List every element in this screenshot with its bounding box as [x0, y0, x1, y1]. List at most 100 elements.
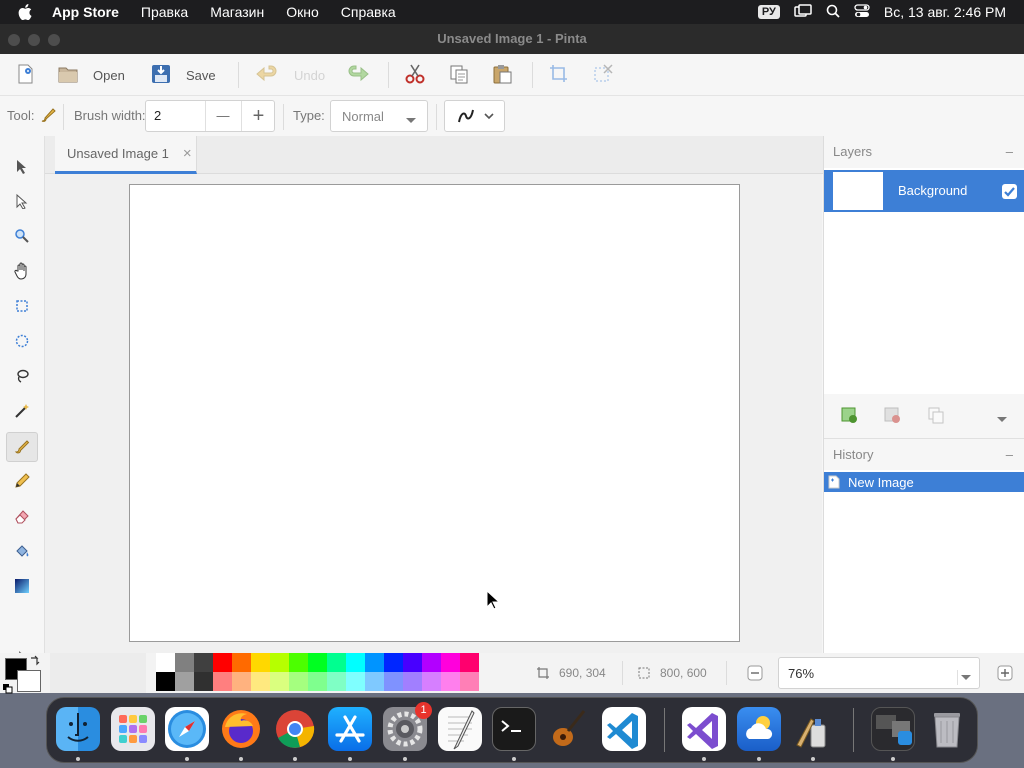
paint-bucket-tool[interactable]	[6, 537, 38, 567]
palette-swatch[interactable]	[232, 672, 251, 691]
zoom-tool[interactable]	[6, 222, 38, 252]
pan-tool[interactable]	[6, 257, 38, 287]
zoom-combobox[interactable]: 76%	[778, 657, 980, 689]
reset-colors-icon[interactable]	[3, 682, 13, 697]
palette-swatch[interactable]	[460, 653, 479, 672]
menu-help[interactable]: Справка	[341, 4, 396, 20]
paste-button[interactable]	[491, 60, 513, 90]
dock-finder[interactable]	[56, 707, 100, 751]
palette-swatch[interactable]	[403, 672, 422, 691]
palette-swatch[interactable]	[213, 672, 232, 691]
dock-safari[interactable]	[165, 707, 209, 751]
menu-store[interactable]: Магазин	[210, 4, 264, 20]
close-tab-button[interactable]: ×	[183, 145, 192, 162]
palette-swatch[interactable]	[365, 672, 384, 691]
secondary-color-swatch[interactable]	[17, 670, 41, 692]
palette-swatch[interactable]	[194, 653, 213, 672]
input-language-indicator[interactable]: РУ	[757, 5, 780, 19]
image-canvas[interactable]	[129, 184, 740, 642]
dock-terminal[interactable]	[492, 707, 536, 751]
document-tab[interactable]: Unsaved Image 1 ×	[55, 136, 197, 174]
palette-swatch[interactable]	[251, 672, 270, 691]
palette-swatch[interactable]	[270, 653, 289, 672]
undo-button[interactable]: Undo	[254, 60, 325, 90]
new-image-button[interactable]	[14, 60, 36, 90]
palette-swatch[interactable]	[270, 672, 289, 691]
move-selected-tool[interactable]	[6, 152, 38, 182]
lasso-select-tool[interactable]	[6, 362, 38, 392]
dock-app-store[interactable]	[328, 707, 372, 751]
magic-wand-tool[interactable]	[6, 397, 38, 427]
palette-swatch[interactable]	[213, 653, 232, 672]
palette-swatch[interactable]	[441, 672, 460, 691]
dock-vscode[interactable]	[602, 707, 646, 751]
dock-activity-monitor[interactable]	[871, 707, 915, 751]
add-layer-button[interactable]	[840, 406, 858, 427]
open-button[interactable]: Open	[57, 60, 125, 90]
menu-edit[interactable]: Правка	[141, 4, 188, 20]
dock-pinta[interactable]	[791, 707, 835, 751]
move-selection-tool[interactable]	[6, 187, 38, 217]
dock-visual-studio[interactable]	[682, 707, 726, 751]
palette-swatch[interactable]	[327, 653, 346, 672]
collapse-history-button[interactable]: –	[1006, 439, 1013, 471]
palette-swatch[interactable]	[422, 672, 441, 691]
apple-menu-icon[interactable]	[18, 4, 32, 21]
menubar-clock[interactable]: Вс, 13 авг. 2:46 PM	[884, 4, 1006, 20]
palette-swatch[interactable]	[232, 653, 251, 672]
pencil-tool[interactable]	[6, 467, 38, 497]
zoom-in-button[interactable]	[997, 665, 1013, 684]
minimize-window-button[interactable]	[28, 34, 40, 46]
layers-menu-button[interactable]	[996, 412, 1008, 427]
swap-colors-icon[interactable]	[29, 655, 41, 670]
palette-swatch[interactable]	[441, 653, 460, 672]
palette-swatch[interactable]	[403, 653, 422, 672]
zoom-window-button[interactable]	[48, 34, 60, 46]
cut-button[interactable]	[404, 60, 426, 90]
crop-to-selection-button[interactable]	[548, 60, 570, 90]
dock-chrome[interactable]	[273, 707, 317, 751]
close-window-button[interactable]	[8, 34, 20, 46]
paintbrush-tool[interactable]	[6, 432, 38, 462]
palette-swatch[interactable]	[289, 653, 308, 672]
palette-swatch[interactable]	[308, 653, 327, 672]
dock-weather[interactable]	[737, 707, 781, 751]
history-item-new-image[interactable]: New Image	[824, 472, 1024, 492]
dock-textedit[interactable]	[438, 707, 482, 751]
palette-swatch[interactable]	[384, 653, 403, 672]
layer-row-background[interactable]: Background	[824, 170, 1024, 212]
gradient-tool[interactable]	[6, 572, 38, 602]
palette-swatch[interactable]	[346, 672, 365, 691]
eraser-tool[interactable]	[6, 502, 38, 532]
palette-swatch[interactable]	[175, 653, 194, 672]
dock-firefox[interactable]	[219, 707, 263, 751]
palette-swatch[interactable]	[327, 672, 346, 691]
brush-width-input[interactable]: 2	[154, 108, 161, 123]
palette-swatch[interactable]	[156, 653, 175, 672]
palette-swatch[interactable]	[251, 653, 270, 672]
dock-launchpad[interactable]	[111, 707, 155, 751]
menu-window[interactable]: Окно	[286, 4, 319, 20]
palette-swatch[interactable]	[194, 672, 213, 691]
increase-brush-width-button[interactable]: +	[241, 101, 275, 131]
palette-swatch[interactable]	[308, 672, 327, 691]
palette-swatch[interactable]	[422, 653, 441, 672]
layer-visibility-checkbox[interactable]	[1002, 184, 1017, 199]
palette-swatch[interactable]	[289, 672, 308, 691]
dock-system-settings[interactable]: 1	[383, 702, 432, 751]
app-name-menu[interactable]: App Store	[52, 4, 119, 20]
spotlight-search-icon[interactable]	[826, 4, 840, 21]
save-button[interactable]: Save	[150, 60, 216, 90]
brush-type-dropdown[interactable]: Normal	[330, 100, 428, 132]
display-icon[interactable]	[794, 3, 812, 21]
dock-trash[interactable]	[925, 707, 969, 751]
palette-swatch[interactable]	[365, 653, 384, 672]
ellipse-select-tool[interactable]	[6, 327, 38, 357]
collapse-layers-button[interactable]: –	[1006, 136, 1013, 168]
delete-layer-button[interactable]	[883, 406, 901, 427]
redo-button[interactable]	[345, 60, 371, 90]
palette-swatch[interactable]	[384, 672, 403, 691]
dock-garageband[interactable]	[546, 707, 590, 751]
control-center-icon[interactable]	[854, 3, 870, 21]
palette-swatch[interactable]	[156, 672, 175, 691]
